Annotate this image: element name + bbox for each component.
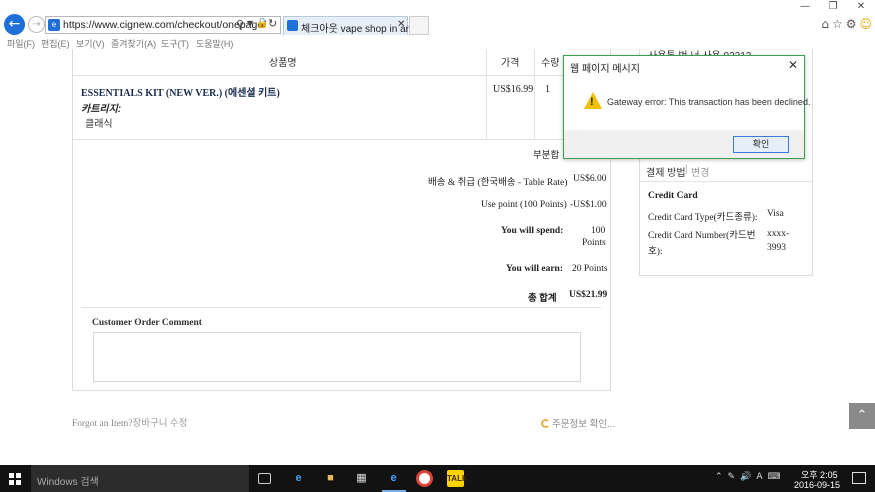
scroll-to-top-button[interactable]: ⌃	[849, 403, 875, 429]
spinner-icon	[541, 419, 550, 428]
payment-edit-link[interactable]: 변경	[691, 164, 709, 179]
shipping-label: 배송 & 취급 (한국배송 - Table Rate)	[428, 178, 568, 188]
smiley-icon[interactable]: ☺	[859, 17, 872, 31]
payment-separator: |	[685, 164, 688, 175]
card-number-label: Credit Card Number(카드번	[648, 231, 756, 241]
order-review-table: 상품명 가격 수량 ESSENTIALS KIT (NEW VER.) (에센셜…	[72, 49, 611, 391]
order-comment-section: Customer Order Comment	[81, 307, 601, 389]
forward-button[interactable]: →	[28, 16, 45, 33]
card-number-value: xxxx-	[767, 229, 790, 239]
store-icon[interactable]: ▦	[353, 470, 370, 487]
keyboard-icon[interactable]: ⌨	[767, 472, 780, 482]
browser-tab[interactable]: 체크아웃 vape shop in arli... ✕	[283, 16, 422, 35]
header-qty: 수량	[541, 58, 560, 69]
chrome-icon[interactable]	[416, 470, 433, 487]
chevron-up-icon: ⌃	[856, 408, 868, 423]
header-price: 가격	[501, 58, 520, 69]
web-page-message-dialog: 웹 페이지 메시지 ✕ ! Gateway error: This transa…	[563, 55, 810, 159]
system-tray: ⌃ ✎ 🔊 A ⌨	[715, 472, 785, 482]
home-icon[interactable]: ⌂	[821, 17, 829, 31]
forgot-text: Forgot an Item?	[72, 419, 133, 429]
subtotal-label: 부분합	[533, 151, 560, 161]
use-point-label: Use point (100 Points)	[481, 200, 567, 210]
gear-icon[interactable]: ⚙	[846, 17, 857, 31]
card-type-label: Credit Card Type(카드종류):	[648, 213, 758, 223]
pen-icon[interactable]: ✎	[728, 472, 736, 482]
speaker-icon[interactable]: 🔊	[740, 472, 751, 482]
lock-icon[interactable]: 🔒	[256, 18, 268, 29]
search-icon[interactable]: ⚲	[236, 18, 244, 31]
dialog-footer: 확인	[564, 130, 804, 158]
grand-total-label: 총 합계	[528, 294, 557, 304]
taskbar-search-box[interactable]: Windows 검색	[31, 465, 249, 492]
address-bar[interactable]: e https://www.cignew.com/checkout/onepag…	[45, 16, 281, 34]
warning-mark: !	[590, 96, 594, 108]
internet-explorer-icon[interactable]: e	[385, 470, 402, 487]
header-product: 상품명	[269, 58, 297, 69]
browser-toolbar-icons: ⌂ ☆ ⚙ ☺	[818, 17, 872, 31]
task-view-icon[interactable]	[258, 473, 271, 484]
dialog-title: 웹 페이지 메시지	[570, 64, 640, 75]
menu-bar: 파일(F) 편집(E) 보기(V) 즐겨찾기(A) 도구(T) 도움말(H)	[0, 36, 875, 49]
dialog-close-icon[interactable]: ✕	[788, 58, 798, 72]
chevron-up-icon[interactable]: ⌃	[715, 472, 723, 482]
card-number-label-cont: 호):	[648, 247, 663, 257]
payment-method-header: 결제 방법 | 변경	[640, 158, 812, 182]
dialog-message: Gateway error: This transaction has been…	[607, 97, 811, 107]
ok-button[interactable]: 확인	[733, 136, 789, 153]
close-icon[interactable]: ✕	[847, 1, 875, 12]
shipping-value: US$6.00	[573, 174, 607, 184]
use-point-value: -US$1.00	[570, 200, 607, 210]
new-tab-button[interactable]	[409, 16, 429, 35]
kakaotalk-icon[interactable]: TALK	[447, 470, 468, 487]
taskbar-search-placeholder: Windows 검색	[37, 477, 99, 488]
forgot-item: Forgot an Item?장바구니 수정	[72, 415, 187, 429]
window-controls: — ❐ ✕	[791, 0, 875, 16]
arrow-right-icon: →	[32, 19, 41, 30]
back-button[interactable]: ←	[4, 14, 25, 35]
minimize-icon[interactable]: —	[791, 1, 819, 12]
will-spend-value: 100	[591, 226, 606, 236]
site-favicon-icon: e	[48, 19, 60, 31]
payment-name: Credit Card	[648, 191, 698, 201]
language-icon[interactable]: A	[756, 472, 762, 482]
payment-method-label: 결제 방법	[646, 168, 686, 179]
refresh-icon[interactable]: ↻	[268, 17, 277, 30]
table-header-row: 상품명 가격 수량	[73, 49, 610, 76]
table-row: ESSENTIALS KIT (NEW VER.) (에센셜 키트) 카트리지:…	[73, 76, 610, 140]
will-spend-label: You will spend:	[501, 226, 564, 236]
loading-indicator: 주문정보 확인...	[541, 416, 615, 430]
file-explorer-icon[interactable]: ■	[322, 470, 339, 487]
card-type-value: Visa	[767, 209, 784, 219]
product-price: US$16.99	[493, 84, 534, 95]
will-spend-unit: Points	[582, 238, 606, 248]
will-earn-value: 20 Points	[572, 264, 608, 274]
windows-logo-icon	[9, 473, 21, 485]
product-name: ESSENTIALS KIT (NEW VER.) (에센셜 키트)	[81, 88, 280, 99]
tab-close-icon[interactable]: ✕	[397, 19, 405, 30]
edge-icon[interactable]: e	[290, 470, 307, 487]
grand-total-value: US$21.99	[569, 290, 608, 300]
arrow-left-icon: ←	[8, 16, 21, 32]
star-icon[interactable]: ☆	[832, 17, 843, 31]
comment-title: Customer Order Comment	[92, 318, 202, 328]
edit-cart-link[interactable]: 장바구니 수정	[133, 419, 188, 429]
restore-icon[interactable]: ❐	[819, 1, 847, 12]
product-qty: 1	[545, 84, 550, 95]
notification-icon[interactable]	[852, 472, 866, 484]
loading-text: 주문정보 확인...	[552, 419, 615, 430]
clock-date[interactable]: 2016-09-15	[794, 480, 840, 490]
browser-titlebar: ← → e https://www.cignew.com/checkout/on…	[0, 0, 875, 36]
card-number-value-cont: 3993	[767, 243, 786, 253]
product-option-label: 카트리지:	[81, 104, 122, 115]
product-option-value: 클래식	[85, 119, 113, 130]
start-button[interactable]	[0, 465, 30, 492]
order-comment-textarea[interactable]	[93, 332, 581, 382]
will-earn-label: You will earn:	[506, 264, 563, 274]
windows-taskbar: Windows 검색 e ■ ▦ e TALK ⌃ ✎ 🔊 A ⌨ 오후 2:05 20…	[0, 465, 875, 492]
chevron-down-icon[interactable]: ▼	[247, 19, 253, 28]
tab-favicon-icon	[287, 20, 298, 31]
